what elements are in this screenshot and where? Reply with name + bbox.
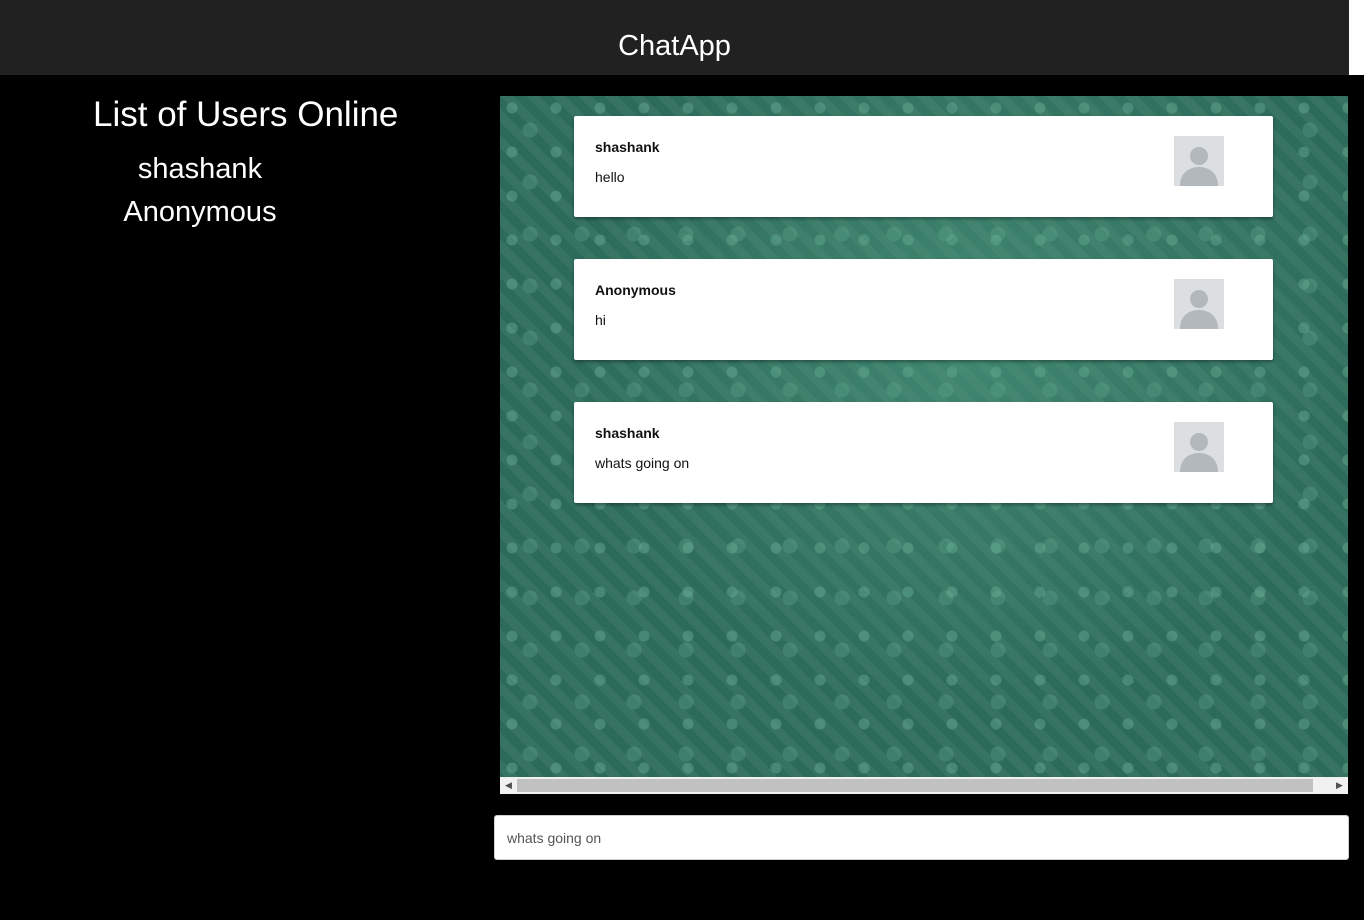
- window-gutter: [1349, 0, 1364, 75]
- message-text: hi: [595, 312, 606, 328]
- user-placeholder-icon: [1174, 136, 1224, 186]
- chat-messages-panel[interactable]: shashank hello Anonymous hi shashank wha: [500, 96, 1348, 777]
- message-card: shashank whats going on: [574, 402, 1273, 503]
- app-title: ChatApp: [618, 30, 731, 62]
- online-user-item: Anonymous: [123, 196, 277, 228]
- message-author: shashank: [595, 425, 660, 441]
- chat-app-page: ChatApp List of Users Online shashank An…: [0, 0, 1364, 920]
- message-text: hello: [595, 169, 625, 185]
- message-text: whats going on: [595, 455, 690, 471]
- scroll-left-arrow-icon[interactable]: ◀: [500, 777, 517, 794]
- message-input[interactable]: [494, 815, 1349, 860]
- user-placeholder-icon: [1174, 422, 1224, 472]
- online-users-list: shashank Anonymous: [0, 148, 400, 234]
- message-author: shashank: [595, 139, 660, 155]
- user-placeholder-icon: [1174, 279, 1224, 329]
- scroll-right-arrow-icon[interactable]: ▶: [1331, 777, 1348, 794]
- online-users-heading: List of Users Online: [93, 95, 399, 134]
- top-navbar: ChatApp: [0, 0, 1349, 75]
- online-user-item: shashank: [137, 153, 263, 185]
- message-card: shashank hello: [574, 116, 1273, 217]
- message-author: Anonymous: [595, 282, 676, 298]
- scrollbar-thumb[interactable]: [517, 779, 1313, 792]
- message-card: Anonymous hi: [574, 259, 1273, 360]
- horizontal-scrollbar[interactable]: ◀ ▶: [500, 777, 1348, 794]
